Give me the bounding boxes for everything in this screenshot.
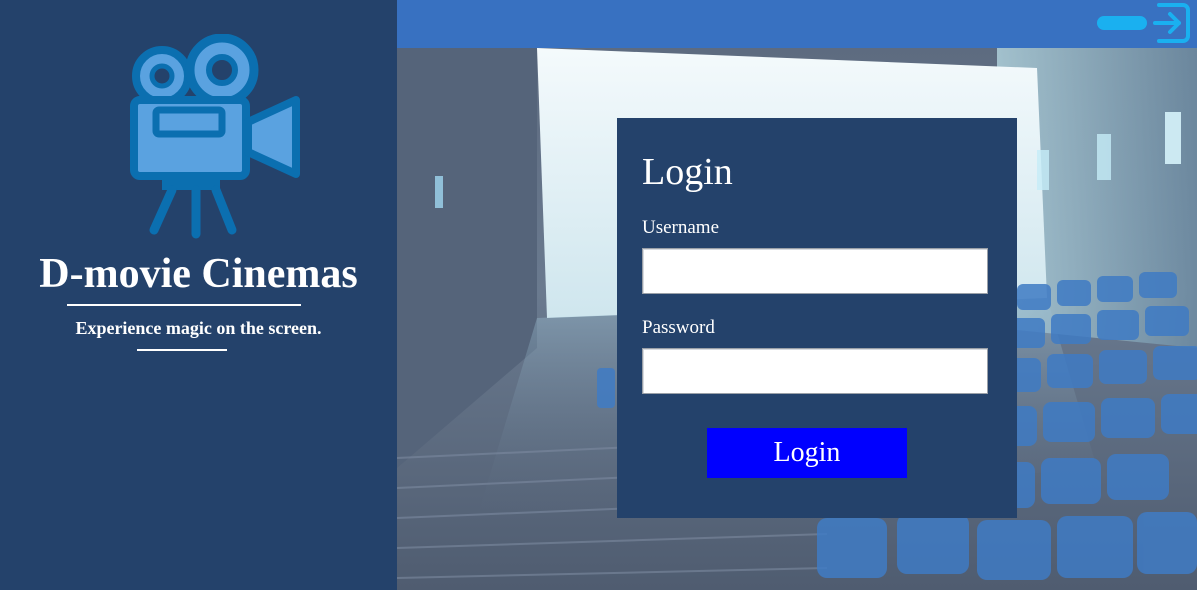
sign-in-icon[interactable]	[1153, 1, 1191, 45]
username-input[interactable]	[642, 248, 988, 294]
brand-divider	[67, 304, 301, 306]
tagline-divider	[137, 349, 227, 351]
toggle-pill[interactable]	[1097, 16, 1147, 30]
tagline: Experience magic on the screen.	[75, 318, 322, 338]
username-label: Username	[642, 217, 720, 238]
brand-name: D-movie Cinemas	[39, 251, 358, 297]
password-label: Password	[642, 317, 715, 338]
login-card: Login Username Password Login	[617, 118, 1017, 518]
top-bar	[397, 0, 1197, 48]
login-title: Login	[642, 151, 733, 193]
movie-camera-icon	[130, 34, 300, 239]
login-button[interactable]: Login	[707, 428, 907, 478]
sidebar: D-movie Cinemas Experience magic on the …	[0, 0, 397, 590]
password-input[interactable]	[642, 348, 988, 394]
